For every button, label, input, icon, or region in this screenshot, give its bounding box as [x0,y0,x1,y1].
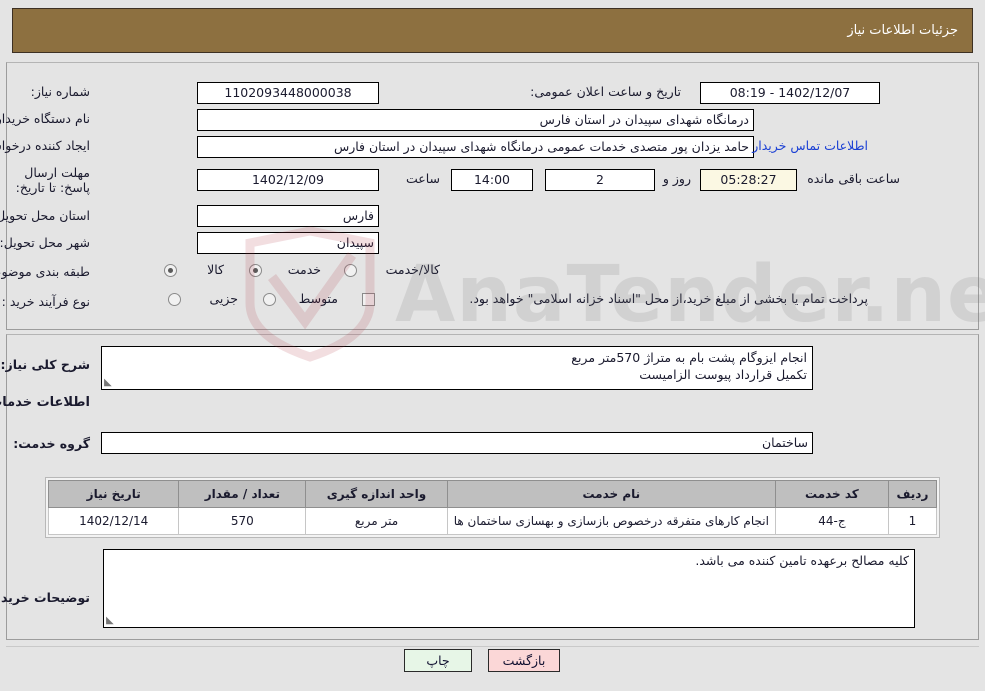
province-label: استان محل تحویل: [0,208,90,223]
city-label: شهر محل تحویل: [0,235,90,250]
table-row[interactable]: 1 ج-44 انجام کارهای متفرقه درخصوص بازساز… [47,507,938,535]
summary-line-2: تکمیل قرارداد پیوست الزامیست [639,367,807,382]
radio-category-kala-khedmat-label: کالا/خدمت [385,262,440,277]
summary-textarea[interactable]: انجام ایزوگام پشت بام به متراژ 570متر مر… [101,346,813,390]
page-header: جزئیات اطلاعات نیاز [12,8,973,53]
page-title: جزئیات اطلاعات نیاز [847,23,958,38]
radio-process-motavaset-label: متوسط [298,291,338,306]
cell-code: ج-44 [774,507,889,535]
col-date: تاریخ نیاز [47,480,180,508]
page-root: جزئیات اطلاعات نیاز AnaTender.net شماره … [0,0,985,691]
radio-category-kala[interactable] [164,264,177,277]
summary-line-1: انجام ایزوگام پشت بام به متراژ 570متر مر… [571,350,807,365]
deadline-hour-value: 14:00 [451,169,533,191]
buyer-notes-textarea[interactable]: کلیه مصالح برعهده تامین کننده می باشد. ◢ [103,549,915,628]
deadline-date-value: 1402/12/09 [197,169,379,191]
buyer-notes-value: کلیه مصالح برعهده تامین کننده می باشد. [695,553,909,568]
cell-name: انجام کارهای متفرقه درخصوص بازسازی و بهس… [446,507,776,535]
cell-row: 1 [887,507,938,535]
col-name: نام خدمت [446,480,776,508]
radio-process-motavaset[interactable] [263,293,276,306]
resize-handle-icon[interactable]: ◢ [104,377,114,388]
services-table: ردیف کد خدمت نام خدمت واحد اندازه گیری ت… [45,477,940,538]
remaining-time-label: ساعت باقی مانده [807,171,900,186]
remaining-time-value: 05:28:27 [700,169,797,191]
deadline-label: مهلت ارسال پاسخ: تا تاریخ: [15,165,90,195]
remaining-days-value: 2 [545,169,655,191]
radio-category-khedmat-label: خدمت [287,262,321,277]
public-announce-label: تاریخ و ساعت اعلان عمومی: [530,84,681,99]
cell-unit: متر مربع [305,507,448,535]
province-value: فارس [197,205,379,227]
buyer-org-label: نام دستگاه خریدار: [0,111,90,126]
process-label: نوع فرآیند خرید : [1,294,90,309]
public-announce-value: 1402/12/07 - 08:19 [700,82,880,104]
col-unit: واحد اندازه گیری [305,480,448,508]
summary-label: شرح کلی نیاز: [0,357,90,372]
need-number-value: 1102093448000038 [197,82,379,104]
islamic-treasury-note: پرداخت تمام یا بخشی از مبلغ خرید،از محل … [469,291,868,306]
deadline-hour-label: ساعت [405,171,440,186]
cell-date: 1402/12/14 [47,507,180,535]
radio-process-jozei-label: جزیی [209,291,238,306]
buyer-contact-link[interactable]: اطلاعات تماس خریدار [752,138,868,153]
buyer-org-value: درمانگاه شهدای سپیدان در استان فارس [197,109,754,131]
radio-category-khedmat[interactable] [249,264,262,277]
city-value: سپیدان [197,232,379,254]
need-number-label: شماره نیاز: [30,84,90,99]
service-group-label: گروه خدمت: [13,436,90,451]
checkbox-islamic-treasury[interactable] [362,293,375,306]
category-label: طبقه بندی موضوعی: [0,264,90,279]
radio-category-kala-khedmat[interactable] [344,264,357,277]
col-row: ردیف [887,480,938,508]
col-quantity: تعداد / مقدار [178,480,307,508]
cell-quantity: 570 [178,507,307,535]
creator-label: ایجاد کننده درخواست: [0,138,90,153]
remaining-days-label: روز و [662,171,691,186]
radio-category-kala-label: کالا [207,262,224,277]
print-button[interactable]: چاپ [404,649,472,672]
footer-divider [6,646,979,647]
resize-handle-icon[interactable]: ◢ [106,615,116,626]
radio-process-jozei[interactable] [168,293,181,306]
services-heading: اطلاعات خدمات مورد نیاز [0,395,90,410]
service-group-value: ساختمان [101,432,813,454]
creator-value: حامد یزدان پور متصدی خدمات عمومی درمانگا… [197,136,754,158]
buyer-notes-label: توضیحات خریدار: [0,590,90,605]
back-button[interactable]: بازگشت [488,649,560,672]
table-header-row: ردیف کد خدمت نام خدمت واحد اندازه گیری ت… [47,480,938,508]
col-code: کد خدمت [774,480,889,508]
